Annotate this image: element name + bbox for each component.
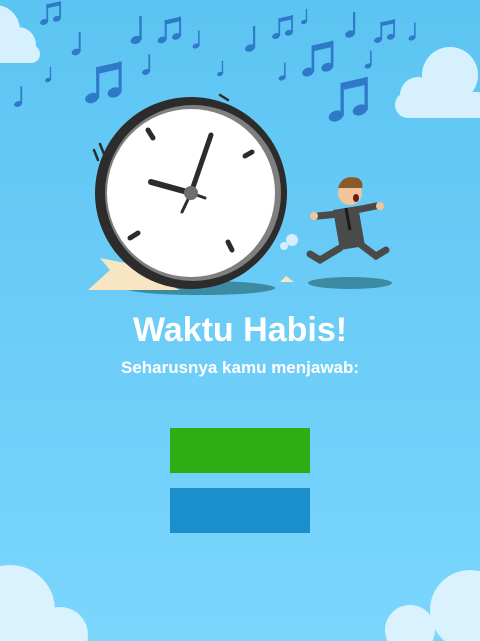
page-title: Waktu Habis!	[132, 311, 348, 349]
subtitle: Seharusnya kamu menjawab:	[120, 358, 360, 377]
answer-option-correct[interactable]	[170, 428, 310, 473]
answer-option-secondary[interactable]	[170, 488, 310, 533]
